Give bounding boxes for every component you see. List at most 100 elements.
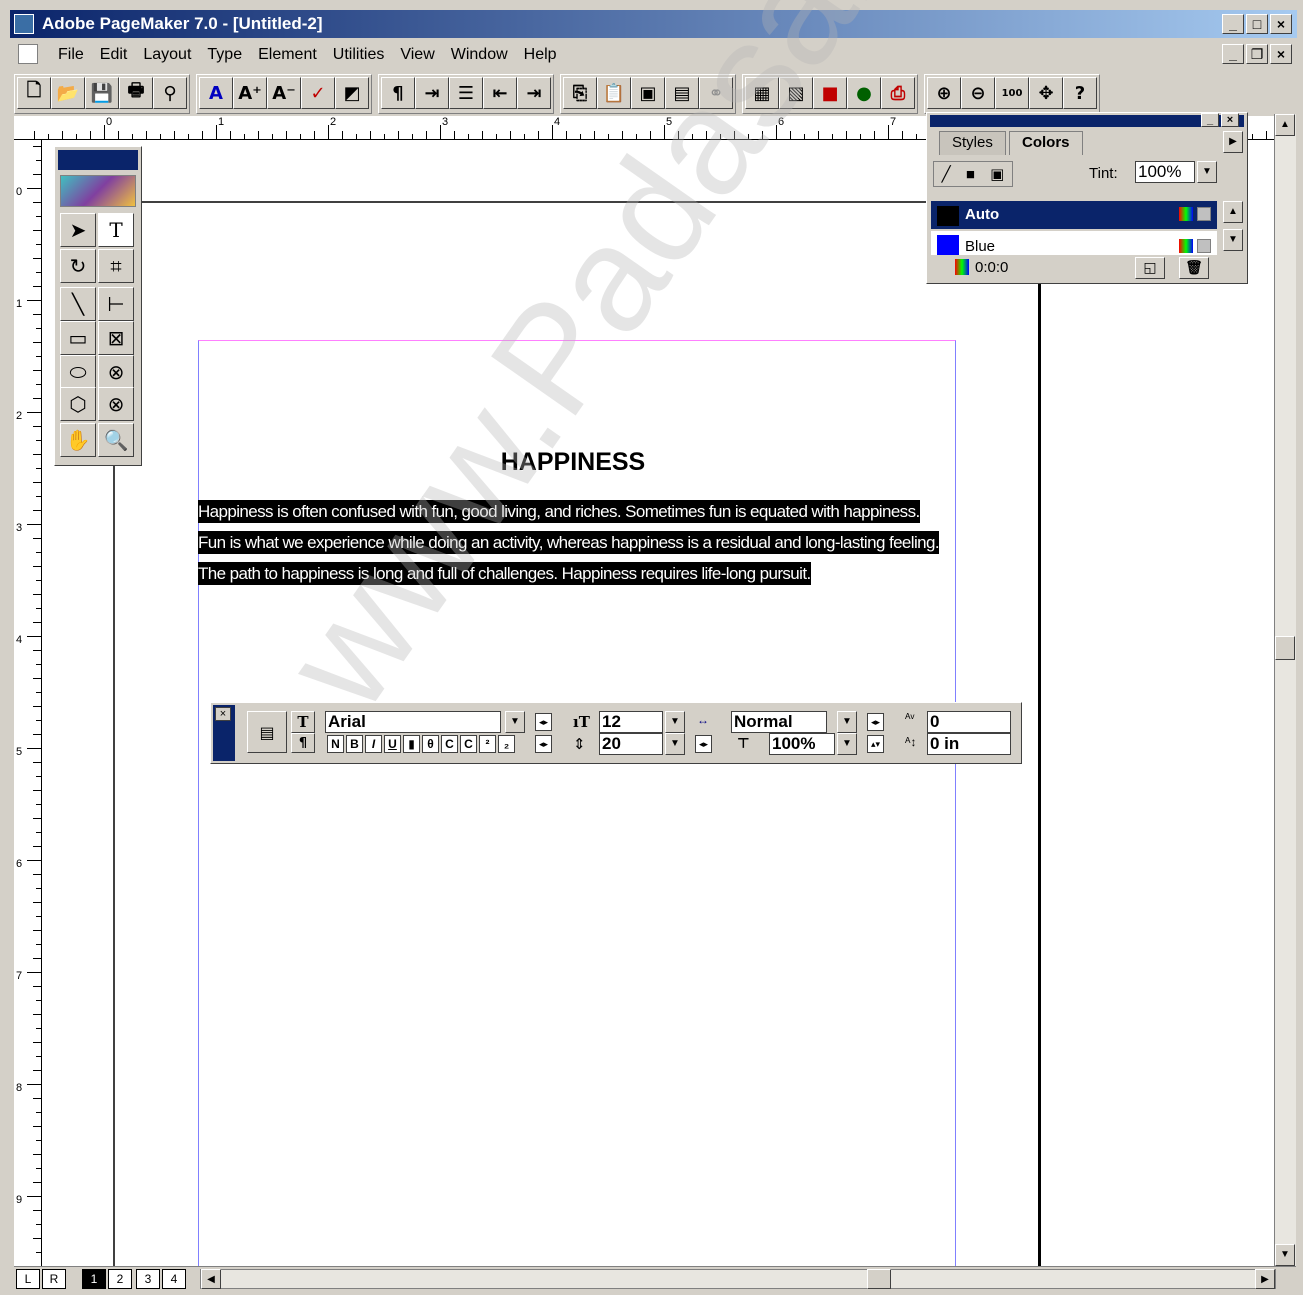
document-icon[interactable] bbox=[18, 44, 38, 64]
colors-palette-title-bar[interactable] bbox=[930, 115, 1244, 127]
toolbox-title-bar[interactable] bbox=[58, 150, 138, 170]
paragraph-icon[interactable]: ¶ bbox=[381, 77, 415, 109]
font-dropdown-arrow-icon[interactable]: ▼ bbox=[505, 711, 525, 733]
maximize-button[interactable]: □ bbox=[1246, 14, 1268, 34]
menu-edit[interactable]: Edit bbox=[92, 44, 136, 66]
polygon-frame-tool-icon[interactable]: ⊗ bbox=[98, 387, 134, 421]
menu-type[interactable]: Type bbox=[199, 44, 250, 66]
character-mode-icon[interactable]: T bbox=[291, 711, 315, 733]
page-tab-left-master[interactable]: L bbox=[16, 1269, 40, 1289]
tab-styles[interactable]: Styles bbox=[939, 131, 1006, 155]
zoom-in-icon[interactable]: ⊕ bbox=[927, 77, 961, 109]
fit-icon[interactable]: ✥ bbox=[1029, 77, 1063, 109]
size-nudge-icon[interactable]: ◂▸ bbox=[535, 713, 552, 731]
superscript-icon[interactable]: ² bbox=[479, 735, 496, 753]
reverse-icon[interactable]: ▮ bbox=[403, 735, 420, 753]
tint-input[interactable]: 100% bbox=[1135, 161, 1195, 183]
menu-layout[interactable]: Layout bbox=[135, 44, 199, 66]
close-button[interactable]: × bbox=[1270, 14, 1292, 34]
tab-colors[interactable]: Colors bbox=[1009, 131, 1083, 155]
color-icon[interactable]: ■ bbox=[813, 77, 847, 109]
vertical-scroll-thumb[interactable] bbox=[1275, 636, 1295, 660]
horizontal-guide[interactable] bbox=[140, 201, 930, 203]
doc-restore-button[interactable]: ❐ bbox=[1246, 44, 1268, 64]
page-tab-right-master[interactable]: R bbox=[42, 1269, 66, 1289]
find-icon[interactable]: ⚲ bbox=[153, 77, 187, 109]
document-page[interactable] bbox=[198, 340, 956, 1280]
menu-window[interactable]: Window bbox=[443, 44, 516, 66]
link-icon[interactable]: ⚭ bbox=[699, 77, 733, 109]
font-icon[interactable]: A bbox=[199, 77, 233, 109]
palette-minimize-button[interactable]: _ bbox=[1201, 113, 1219, 127]
ellipse-tool-icon[interactable]: ⬭ bbox=[60, 355, 96, 389]
baseline-shift-input[interactable]: 0 in bbox=[927, 733, 1011, 755]
width-nudge-icon[interactable]: ◂▸ bbox=[695, 735, 712, 753]
underline-button[interactable]: U bbox=[384, 735, 401, 753]
polygon-tool-icon[interactable]: ⬡ bbox=[60, 387, 96, 421]
doc-close-button[interactable]: × bbox=[1270, 44, 1292, 64]
kerning-nudge-icon[interactable]: ◂▸ bbox=[867, 713, 884, 731]
italic-button[interactable]: I bbox=[365, 735, 382, 753]
globe-icon[interactable]: ● bbox=[847, 77, 881, 109]
leading-input[interactable]: 20 bbox=[599, 733, 663, 755]
scroll-right-icon[interactable]: ▶ bbox=[1255, 1269, 1275, 1289]
bullets-icon[interactable]: ☰ bbox=[449, 77, 483, 109]
all-caps-button[interactable]: C bbox=[441, 735, 458, 753]
control-palette-close-icon[interactable]: × bbox=[215, 707, 231, 721]
ellipse-frame-tool-icon[interactable]: ⊗ bbox=[98, 355, 134, 389]
constrained-line-tool-icon[interactable]: ⊢ bbox=[98, 287, 134, 321]
pdf-icon[interactable]: ⎙ bbox=[881, 77, 915, 109]
leading-nudge-icon[interactable]: ◂▸ bbox=[535, 735, 552, 753]
tracking-dropdown-arrow-icon[interactable]: ▼ bbox=[837, 711, 857, 733]
help-icon[interactable]: ? bbox=[1063, 77, 1097, 109]
horizontal-scrollbar[interactable]: ◀ ▶ bbox=[200, 1269, 1276, 1289]
minimize-button[interactable]: _ bbox=[1222, 14, 1244, 34]
baseline-nudge-icon[interactable]: ▴▾ bbox=[867, 735, 884, 753]
font-input[interactable]: Arial bbox=[325, 711, 501, 733]
normal-style-button[interactable]: N bbox=[327, 735, 344, 753]
place-icon[interactable]: ▣ bbox=[631, 77, 665, 109]
bold-button[interactable]: B bbox=[346, 735, 363, 753]
tint-dropdown-arrow-icon[interactable]: ▼ bbox=[1197, 161, 1217, 183]
leading-dropdown-arrow-icon[interactable]: ▼ bbox=[665, 733, 685, 755]
image-icon[interactable]: ▦ bbox=[745, 77, 779, 109]
vertical-scrollbar[interactable]: ▲ ▼ bbox=[1274, 114, 1296, 1266]
paragraph-mode-icon[interactable]: ¶ bbox=[291, 733, 315, 753]
open-icon[interactable]: 📂 bbox=[51, 77, 85, 109]
both-icon[interactable]: ▣ bbox=[990, 165, 1004, 183]
horizontal-scroll-thumb[interactable] bbox=[867, 1269, 891, 1289]
palette-menu-arrow-icon[interactable]: ▶ bbox=[1223, 131, 1243, 153]
kerning-input[interactable]: 0 bbox=[927, 711, 1011, 733]
line-tool-icon[interactable]: ╲ bbox=[60, 287, 96, 321]
hand-tool-icon[interactable]: ✋ bbox=[60, 423, 96, 457]
page-tab-2[interactable]: 2 bbox=[108, 1269, 132, 1289]
scroll-left-icon[interactable]: ◀ bbox=[201, 1269, 221, 1289]
horizontal-scale-input[interactable]: 100% bbox=[769, 733, 835, 755]
vertical-guide[interactable] bbox=[1038, 280, 1041, 1268]
fill-icon[interactable]: ■ bbox=[966, 166, 975, 183]
color-item-auto[interactable]: Auto bbox=[931, 201, 1217, 229]
frame-icon[interactable]: ▤ bbox=[665, 77, 699, 109]
font-larger-icon[interactable]: A⁺ bbox=[233, 77, 267, 109]
scroll-down-icon[interactable]: ▼ bbox=[1275, 1244, 1295, 1266]
page-tab-4[interactable]: 4 bbox=[162, 1269, 186, 1289]
decrease-indent-icon[interactable]: ⇤ bbox=[483, 77, 517, 109]
rotate-tool-icon[interactable]: ↻ bbox=[60, 249, 96, 283]
zoom-tool-icon[interactable]: 🔍 bbox=[98, 423, 134, 457]
text-tool-icon[interactable]: T bbox=[98, 213, 134, 247]
menu-element[interactable]: Element bbox=[250, 44, 325, 66]
increase-indent-icon[interactable]: ⇥ bbox=[517, 77, 551, 109]
pagemaker-app-icon[interactable] bbox=[14, 14, 34, 34]
menu-file[interactable]: File bbox=[50, 44, 92, 66]
vertical-ruler[interactable]: 0 1 2 3 4 5 6 7 8 9 bbox=[14, 140, 42, 1266]
page-tab-3[interactable]: 3 bbox=[136, 1269, 160, 1289]
doc-minimize-button[interactable]: _ bbox=[1222, 44, 1244, 64]
selected-body-text[interactable]: Happiness is often confused with fun, go… bbox=[198, 496, 948, 589]
menu-utilities[interactable]: Utilities bbox=[325, 44, 393, 66]
pointer-tool-icon[interactable]: ➤ bbox=[60, 213, 96, 247]
subscript-icon[interactable]: ₂ bbox=[498, 735, 515, 753]
new-icon[interactable]: 🗋 bbox=[17, 77, 51, 109]
palette-scroll-down-icon[interactable]: ▼ bbox=[1223, 229, 1243, 251]
print-icon[interactable]: 🖶 bbox=[119, 77, 153, 109]
fill-icon[interactable]: ◩ bbox=[335, 77, 369, 109]
